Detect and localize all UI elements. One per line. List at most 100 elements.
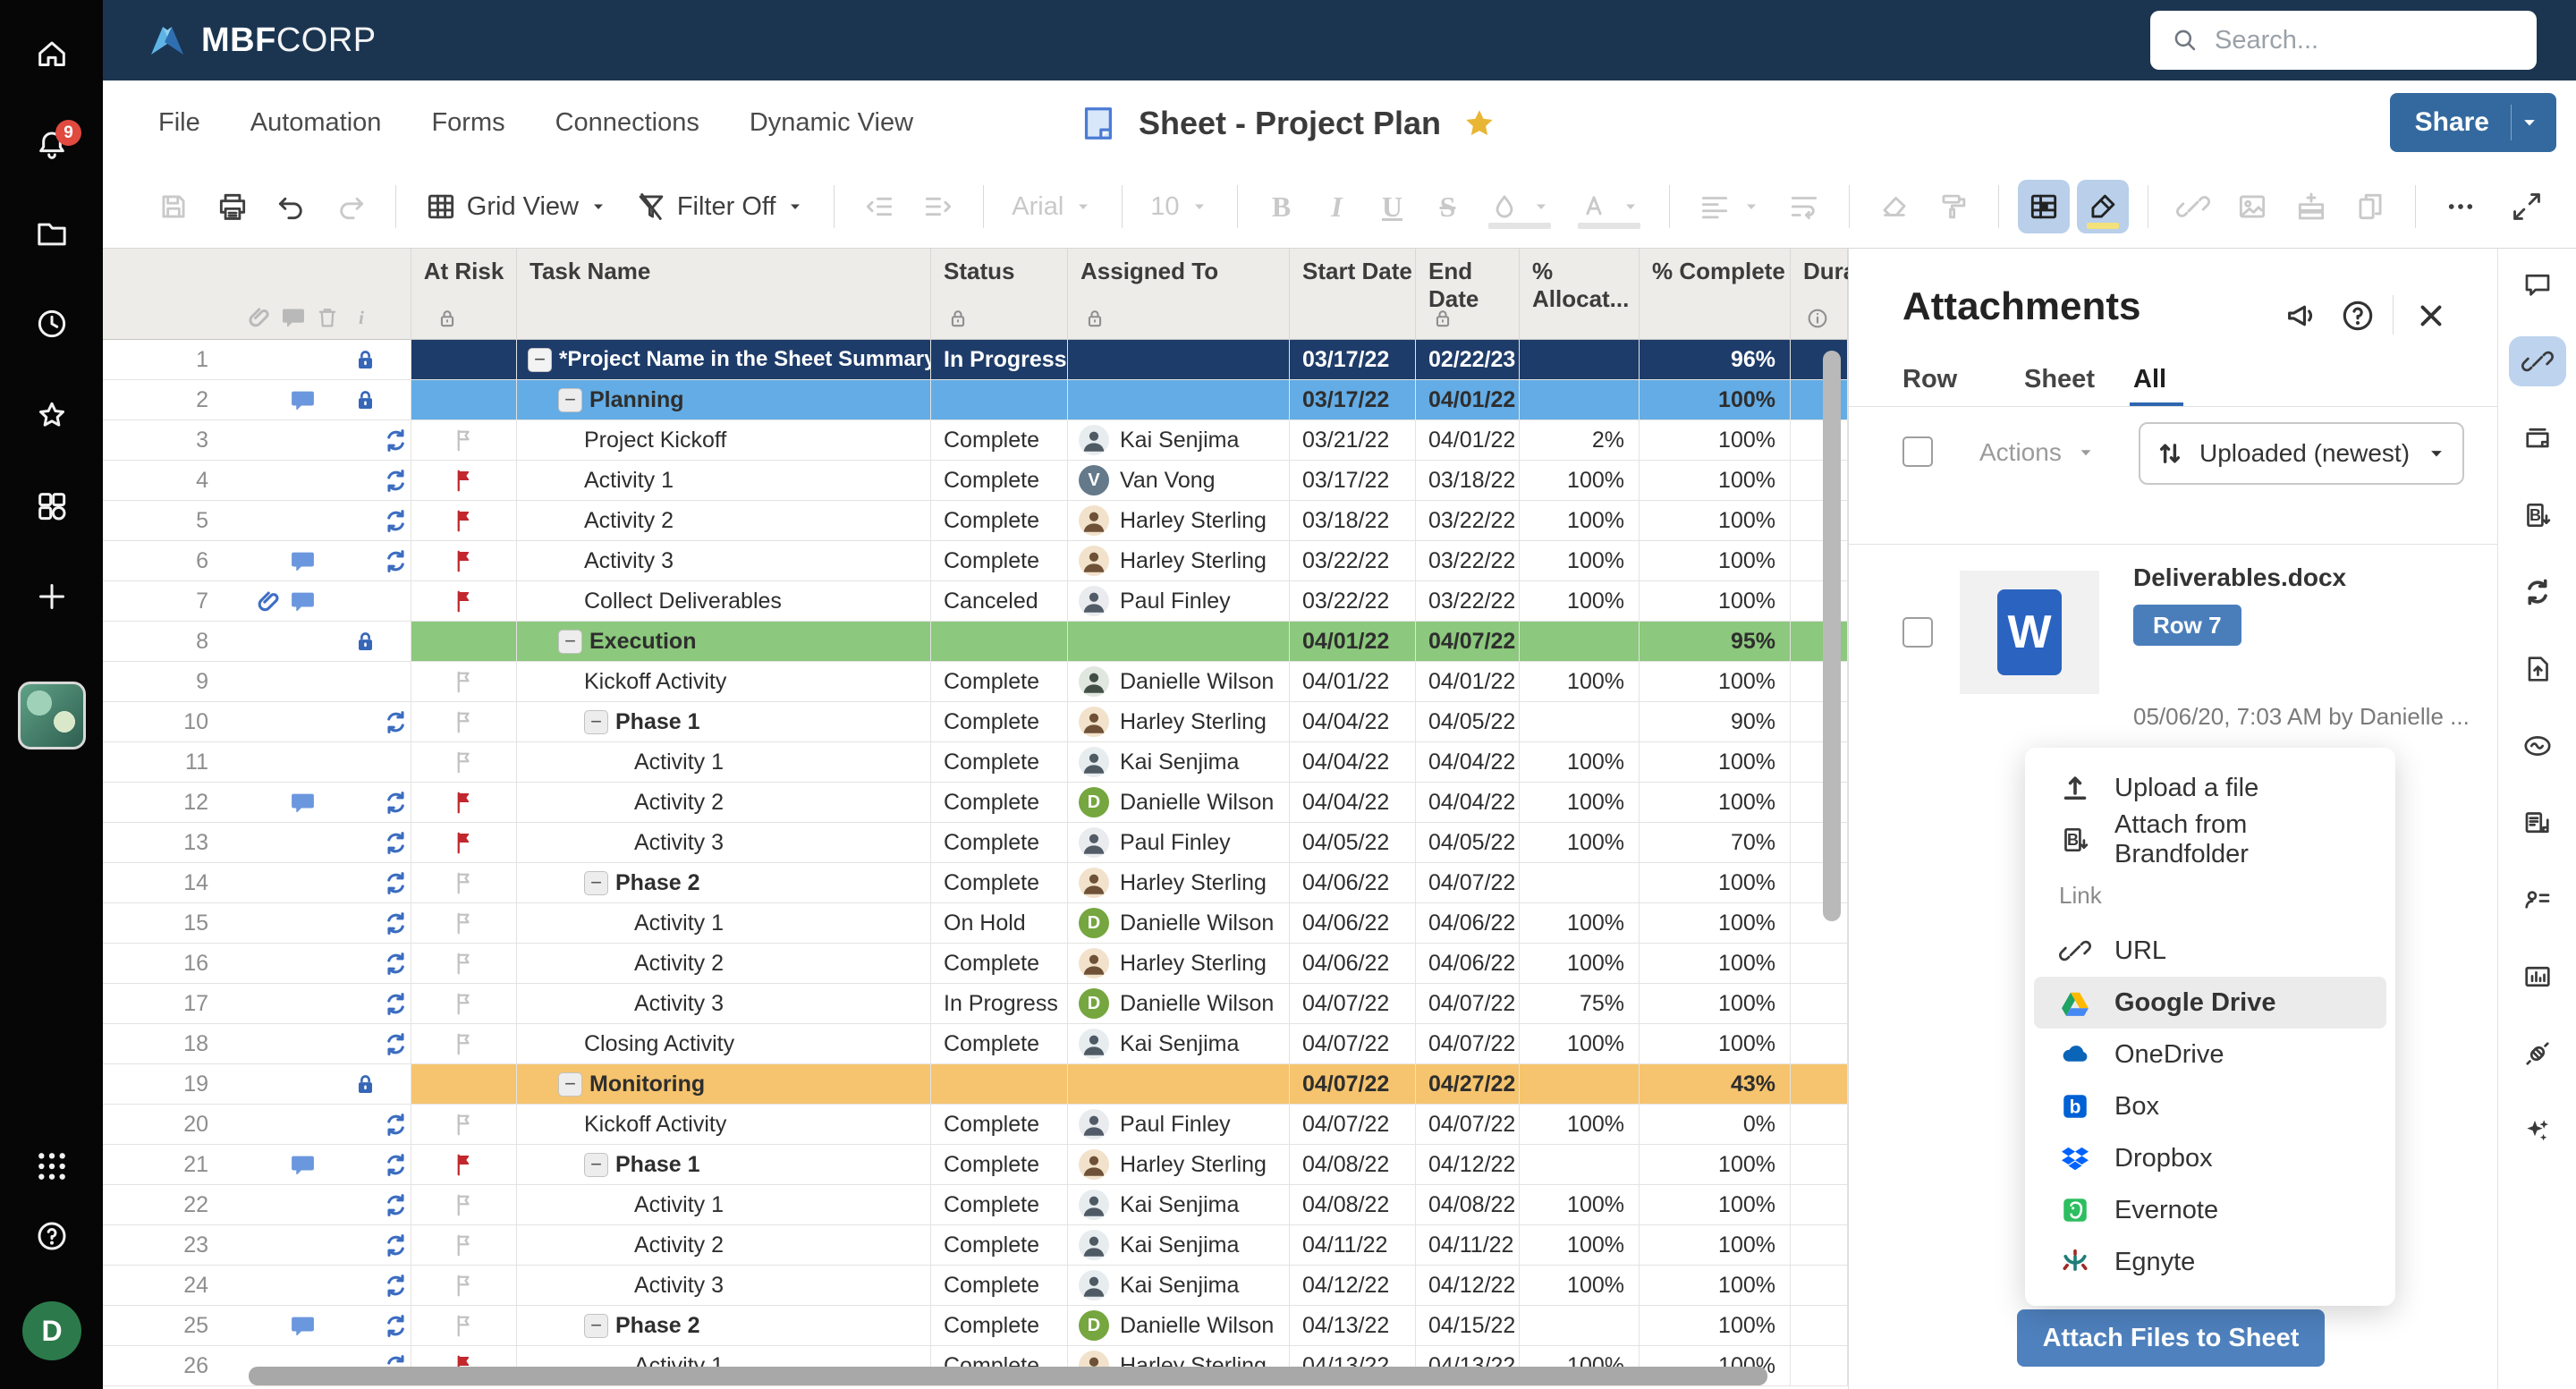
allocated-cell[interactable]	[1520, 340, 1640, 380]
status-cell[interactable]: In Progress	[931, 340, 1068, 380]
attach-files-button[interactable]: Attach Files to Sheet	[2017, 1309, 2325, 1367]
rail-item-activity-log[interactable]	[2509, 721, 2566, 771]
complete-cell[interactable]: 100%	[1640, 742, 1791, 783]
at-risk-cell[interactable]	[411, 541, 517, 581]
at-risk-cell[interactable]	[411, 622, 517, 662]
end-date-cell[interactable]: 04/01/22	[1416, 662, 1520, 702]
sync-indicator-icon[interactable]	[382, 1191, 410, 1219]
end-date-cell[interactable]: 04/27/22	[1416, 1064, 1520, 1105]
print-button[interactable]	[207, 180, 258, 233]
rail-item-charts[interactable]	[2509, 952, 2566, 1002]
start-date-cell[interactable]: 03/18/22	[1290, 501, 1416, 541]
assigned-to-cell[interactable]: Kai Senjima	[1068, 1266, 1290, 1306]
end-date-cell[interactable]: 04/12/22	[1416, 1266, 1520, 1306]
rail-item-connections[interactable]	[2509, 1029, 2566, 1079]
rail-item-comments[interactable]	[2509, 259, 2566, 309]
tab-sheet[interactable]: Sheet	[2024, 365, 2095, 394]
sidebar-item-browse[interactable]	[0, 200, 103, 268]
tab-row[interactable]: Row	[1902, 365, 1957, 394]
start-date-cell[interactable]: 04/07/22	[1290, 1105, 1416, 1145]
more-button[interactable]	[2435, 180, 2487, 233]
start-date-cell[interactable]: 04/07/22	[1290, 1064, 1416, 1105]
start-date-cell[interactable]: 04/01/22	[1290, 622, 1416, 662]
allocated-cell[interactable]	[1520, 702, 1640, 742]
font-size-select[interactable]: 10	[1141, 180, 1218, 233]
status-cell[interactable]: Canceled	[931, 581, 1068, 622]
allocated-cell[interactable]: 100%	[1520, 1185, 1640, 1225]
column-header-end[interactable]: End Date	[1416, 249, 1520, 340]
status-cell[interactable]: Complete	[931, 1266, 1068, 1306]
task-name-cell[interactable]: Activity 2	[517, 501, 931, 541]
row-number-cell[interactable]: 1	[103, 340, 411, 380]
at-risk-cell[interactable]	[411, 863, 517, 903]
table-cells-button[interactable]	[2018, 180, 2070, 233]
paint-roller-button[interactable]	[1928, 180, 1979, 233]
end-date-cell[interactable]: 04/06/22	[1416, 944, 1520, 984]
collapse-toggle[interactable]: −	[584, 871, 608, 895]
lock-indicator-icon[interactable]	[352, 346, 379, 374]
sync-indicator-icon[interactable]	[382, 1030, 410, 1058]
end-date-cell[interactable]: 03/22/22	[1416, 541, 1520, 581]
row-number-cell[interactable]: 2	[103, 380, 411, 420]
task-name-cell[interactable]: Collect Deliverables	[517, 581, 931, 622]
status-cell[interactable]: Complete	[931, 541, 1068, 581]
menu-item-egnyte[interactable]: Egnyte	[2034, 1236, 2386, 1288]
italic-button[interactable]: I	[1312, 180, 1360, 233]
sync-indicator-icon[interactable]	[382, 869, 410, 897]
start-date-cell[interactable]: 04/08/22	[1290, 1185, 1416, 1225]
assigned-to-cell[interactable]: Harley Sterling	[1068, 863, 1290, 903]
file-name[interactable]: Deliverables.docx	[2133, 563, 2346, 592]
menu-forms[interactable]: Forms	[431, 108, 504, 138]
comment-indicator-icon[interactable]	[289, 386, 317, 414]
allocated-cell[interactable]	[1520, 1145, 1640, 1185]
complete-cell[interactable]: 100%	[1640, 1145, 1791, 1185]
attachment-column-icon[interactable]	[246, 304, 273, 331]
rail-item-contacts[interactable]	[2509, 875, 2566, 925]
start-date-cell[interactable]: 04/04/22	[1290, 702, 1416, 742]
duration-cell[interactable]	[1791, 1105, 1848, 1145]
row-number-cell[interactable]: 7	[103, 581, 411, 622]
collapse-toggle[interactable]: −	[558, 630, 582, 654]
task-name-cell[interactable]: Activity 2	[517, 944, 931, 984]
assigned-to-cell[interactable]: Kai Senjima	[1068, 742, 1290, 783]
status-cell[interactable]: Complete	[931, 742, 1068, 783]
at-risk-cell[interactable]	[411, 903, 517, 944]
row-reference-badge[interactable]: Row 7	[2133, 605, 2241, 646]
allocated-cell[interactable]: 100%	[1520, 1105, 1640, 1145]
status-cell[interactable]: On Hold	[931, 903, 1068, 944]
allocated-cell[interactable]: 100%	[1520, 501, 1640, 541]
duration-cell[interactable]	[1791, 944, 1848, 984]
menu-item-google-drive[interactable]: Google Drive	[2034, 977, 2386, 1029]
comment-indicator-icon[interactable]	[289, 1151, 317, 1179]
complete-cell[interactable]: 0%	[1640, 1105, 1791, 1145]
end-date-cell[interactable]: 03/22/22	[1416, 581, 1520, 622]
task-name-cell[interactable]: −Phase 2	[517, 1306, 931, 1346]
at-risk-cell[interactable]	[411, 984, 517, 1024]
at-risk-cell[interactable]	[411, 1185, 517, 1225]
allocated-cell[interactable]: 100%	[1520, 944, 1640, 984]
allocated-cell[interactable]: 100%	[1520, 581, 1640, 622]
at-risk-cell[interactable]	[411, 1266, 517, 1306]
task-name-cell[interactable]: Closing Activity	[517, 1024, 931, 1064]
image-button[interactable]	[2226, 180, 2278, 233]
horizontal-scrollbar[interactable]	[249, 1367, 1767, 1385]
end-date-cell[interactable]: 03/18/22	[1416, 461, 1520, 501]
row-number-cell[interactable]: 24	[103, 1266, 411, 1306]
sync-indicator-icon[interactable]	[382, 1272, 410, 1300]
row-number-cell[interactable]: 23	[103, 1225, 411, 1266]
duration-cell[interactable]	[1791, 1185, 1848, 1225]
allocated-cell[interactable]: 100%	[1520, 783, 1640, 823]
row-number-cell[interactable]: 18	[103, 1024, 411, 1064]
end-date-cell[interactable]: 04/15/22	[1416, 1306, 1520, 1346]
menu-item-upload-a-file[interactable]: Upload a file	[2034, 762, 2386, 814]
assigned-to-cell[interactable]: Kai Senjima	[1068, 1185, 1290, 1225]
assigned-to-cell[interactable]: Harley Sterling	[1068, 702, 1290, 742]
rail-item-update-requests[interactable]	[2509, 413, 2566, 463]
lock-indicator-icon[interactable]	[352, 628, 379, 656]
grid-view-button[interactable]: Grid View	[415, 180, 618, 233]
at-risk-cell[interactable]	[411, 1225, 517, 1266]
column-header-who[interactable]: Assigned To	[1068, 249, 1290, 340]
wrap-text-button[interactable]	[1778, 180, 1830, 233]
duration-cell[interactable]	[1791, 1145, 1848, 1185]
at-risk-cell[interactable]	[411, 1145, 517, 1185]
